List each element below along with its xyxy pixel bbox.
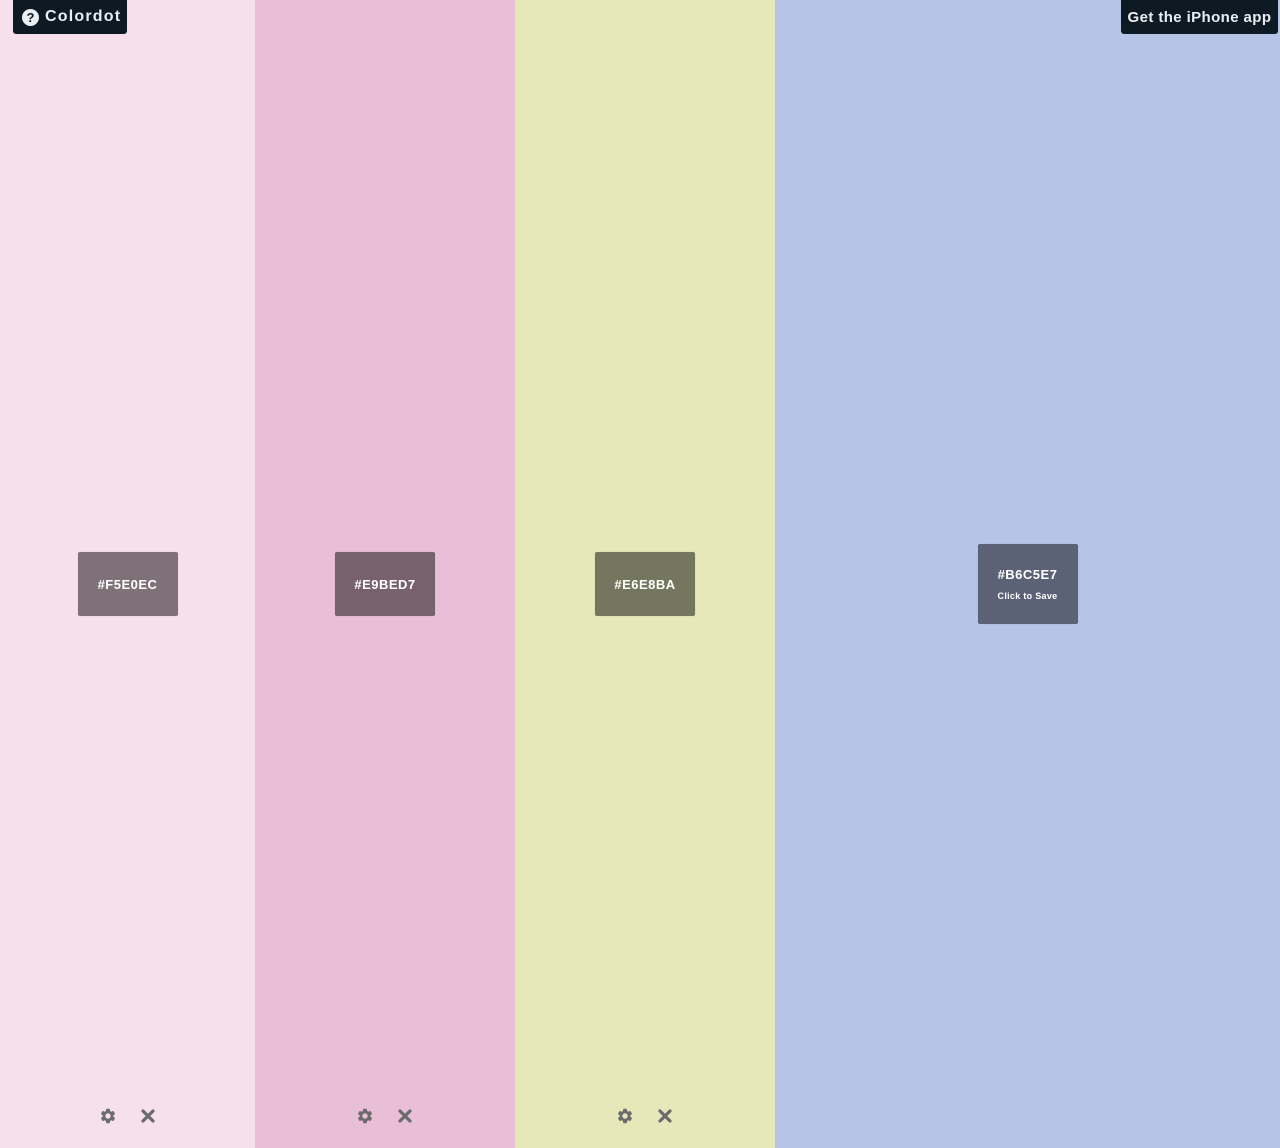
question-circle-icon: ? bbox=[22, 8, 39, 26]
brand-label: Colordot bbox=[45, 8, 122, 25]
color-hex-label[interactable]: #E6E8BA bbox=[595, 552, 695, 616]
hex-value: #B6C5E7 bbox=[997, 567, 1058, 582]
get-iphone-app-button[interactable]: Get the iPhone app bbox=[1121, 0, 1278, 34]
hex-value: #F5E0EC bbox=[97, 576, 158, 592]
colordot-help-button[interactable]: ? Colordot bbox=[13, 0, 127, 34]
click-to-save-hint: Click to Save bbox=[997, 591, 1058, 601]
iphone-app-label: Get the iPhone app bbox=[1127, 8, 1272, 26]
color-palette-app: #F5E0EC #E9BED7 #E6E8BA #B6C5E7 Click to… bbox=[0, 0, 1280, 1148]
column-tools bbox=[515, 1106, 775, 1126]
close-icon[interactable] bbox=[395, 1106, 415, 1126]
column-tools bbox=[255, 1106, 515, 1126]
color-column-2[interactable]: #E9BED7 bbox=[255, 0, 515, 1148]
color-hex-label[interactable]: #E9BED7 bbox=[335, 552, 435, 616]
hex-value: #E6E8BA bbox=[614, 576, 676, 592]
close-icon[interactable] bbox=[138, 1106, 158, 1126]
gear-icon[interactable] bbox=[98, 1106, 118, 1126]
column-tools bbox=[0, 1106, 255, 1126]
color-column-1[interactable]: #F5E0EC bbox=[0, 0, 255, 1148]
hex-value: #E9BED7 bbox=[354, 576, 416, 592]
gear-icon[interactable] bbox=[355, 1106, 375, 1126]
color-column-4[interactable]: #B6C5E7 Click to Save bbox=[775, 0, 1280, 1148]
gear-icon[interactable] bbox=[615, 1106, 635, 1126]
save-color-button[interactable]: #B6C5E7 Click to Save bbox=[977, 544, 1078, 624]
color-hex-label[interactable]: #F5E0EC bbox=[77, 552, 178, 616]
color-column-3[interactable]: #E6E8BA bbox=[515, 0, 775, 1148]
close-icon[interactable] bbox=[655, 1106, 675, 1126]
